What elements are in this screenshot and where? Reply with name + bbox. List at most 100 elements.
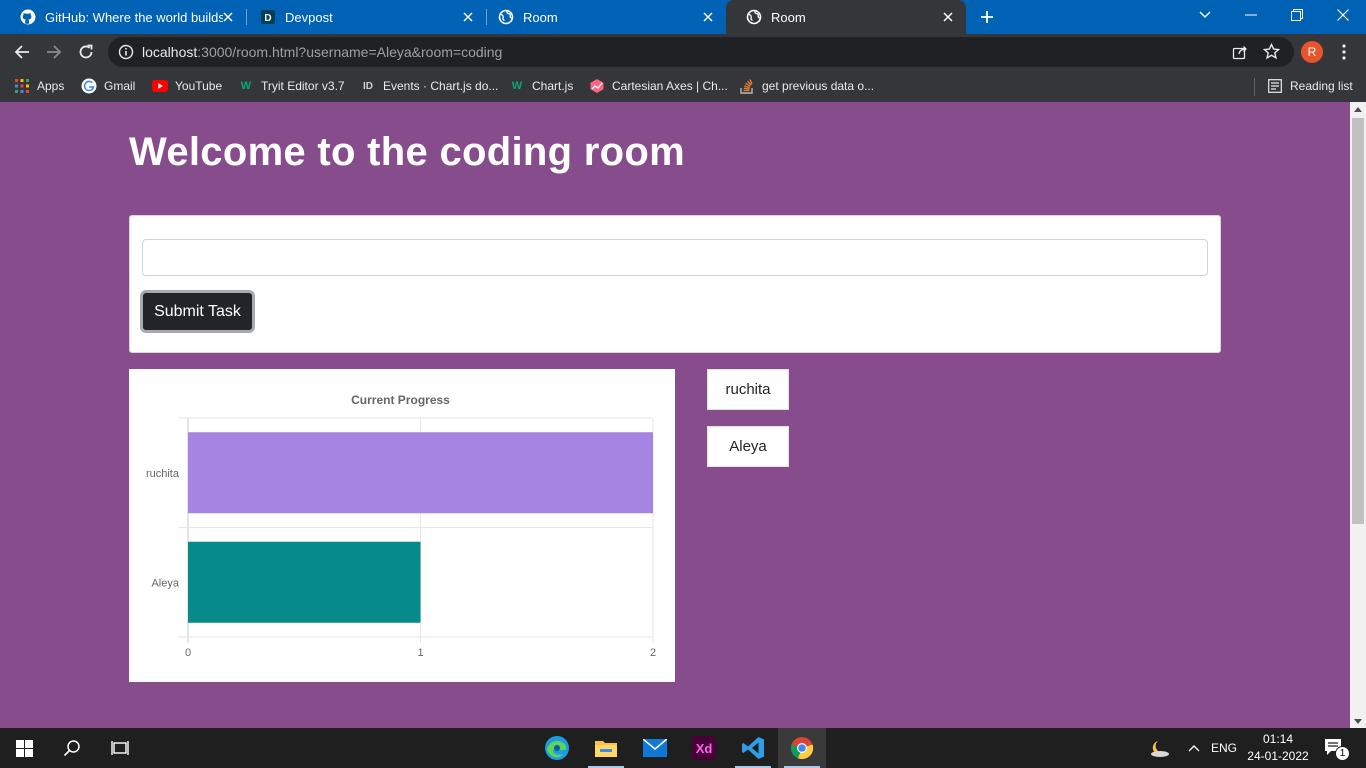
url-host: localhost — [142, 44, 198, 60]
vscode-icon[interactable] — [729, 728, 777, 768]
input-language[interactable]: ENG — [1208, 728, 1240, 768]
svg-text:D: D — [264, 13, 271, 24]
task-form-card: Submit Task — [129, 215, 1221, 353]
close-icon[interactable] — [220, 9, 236, 25]
edge-icon[interactable] — [533, 728, 581, 768]
bookmark-chartjs-events[interactable]: ID Events · Chart.js do... — [360, 76, 498, 96]
x-tick-label: 2 — [650, 647, 656, 659]
adobe-xd-icon[interactable]: Xd — [680, 728, 728, 768]
scrollbar-thumb[interactable] — [1352, 118, 1364, 524]
tab-title: GitHub: Where the world builds s — [45, 9, 223, 25]
bookmark-star-icon[interactable] — [1262, 42, 1281, 63]
file-explorer-icon[interactable] — [582, 728, 630, 768]
globe-icon — [498, 9, 514, 25]
notification-count-badge: 1 — [1335, 746, 1350, 761]
profile-avatar[interactable]: R — [1301, 41, 1323, 63]
chrome-icon[interactable] — [778, 728, 826, 768]
bookmark-cartesian-axes[interactable]: Cartesian Axes | Ch... — [589, 76, 728, 96]
close-icon[interactable] — [940, 9, 956, 25]
bookmark-stackoverflow[interactable]: get previous data o... — [739, 76, 874, 96]
page-content: Welcome to the coding room Submit Task C… — [0, 102, 1350, 728]
new-tab-plus-icon[interactable] — [976, 6, 998, 28]
page-scrollbar[interactable] — [1350, 102, 1366, 728]
youtube-icon — [152, 78, 168, 94]
task-input[interactable] — [142, 239, 1208, 276]
info-icon[interactable] — [118, 44, 134, 60]
bookmark-gmail[interactable]: Gmail — [81, 76, 135, 96]
weather-moon-icon[interactable] — [1145, 728, 1173, 768]
bookmark-youtube[interactable]: YouTube — [152, 76, 222, 96]
reading-list-label: Reading list — [1290, 79, 1353, 93]
back-arrow-icon[interactable] — [8, 38, 36, 66]
tab-title: Devpost — [285, 9, 333, 25]
devpost-icon: D — [260, 9, 276, 25]
bookmark-apps[interactable]: Apps — [14, 76, 64, 96]
bookmark-label: YouTube — [175, 79, 223, 93]
progress-chart: Current Progress 0 1 2 ruchita Aleya — [129, 369, 675, 682]
forward-arrow-icon[interactable] — [40, 38, 68, 66]
bar-ruchita — [188, 432, 653, 514]
browser-toolbar: localhost:3000/room.html?username=Aleya&… — [0, 34, 1366, 70]
system-clock[interactable]: 01:14 24-01-2022 — [1240, 731, 1316, 765]
w3schools-icon: W — [511, 80, 523, 92]
windows-taskbar: Xd ENG 01:14 24-01-2022 1 — [0, 728, 1366, 768]
scroll-down-arrow-icon[interactable] — [1350, 714, 1366, 728]
minimize-icon[interactable] — [1228, 0, 1274, 30]
restore-icon[interactable] — [1274, 0, 1320, 30]
clock-date: 24-01-2022 — [1247, 749, 1309, 763]
url-path: :3000/room.html?username=Aleya&room=codi… — [197, 44, 503, 60]
github-icon — [20, 9, 36, 25]
mail-icon[interactable] — [631, 728, 679, 768]
task-view-icon[interactable] — [96, 728, 144, 768]
page-title: Welcome to the coding room — [129, 130, 685, 174]
bookmark-tryit[interactable]: W Tryit Editor v3.7 — [238, 76, 345, 96]
tab-devpost[interactable]: D Devpost — [240, 0, 486, 34]
user-chip-aleya: Aleya — [707, 426, 789, 467]
bookmark-label: Gmail — [104, 79, 136, 93]
reading-list-button[interactable]: Reading list — [1267, 76, 1353, 96]
tab-title: Room — [523, 9, 558, 25]
reload-icon[interactable] — [72, 38, 100, 66]
bookmarks-bar: Apps Gmail YouTube W Tryit Editor v3.7 I… — [0, 70, 1366, 102]
submit-task-button[interactable]: Submit Task — [140, 290, 255, 333]
apps-grid-icon — [14, 78, 30, 94]
clock-time: 01:14 — [1262, 732, 1294, 746]
x-tick-label: 1 — [417, 647, 423, 659]
notifications-icon[interactable]: 1 — [1320, 728, 1350, 768]
chart-title: Current Progress — [351, 393, 450, 407]
browser-tab-strip: GitHub: Where the world builds s D Devpo… — [0, 0, 1366, 34]
chartjs-docs-icon: ID — [363, 80, 373, 92]
address-bar[interactable]: localhost:3000/room.html?username=Aleya&… — [108, 37, 1294, 67]
tab-github[interactable]: GitHub: Where the world builds s — [0, 0, 246, 34]
bookmark-label: Tryit Editor v3.7 — [261, 79, 345, 93]
windows-start-icon[interactable] — [0, 728, 48, 768]
reading-list-icon — [1267, 78, 1283, 94]
progress-chart-svg: Current Progress 0 1 2 ruchita Aleya — [146, 393, 656, 659]
close-icon[interactable] — [700, 9, 716, 25]
url-text: localhost:3000/room.html?username=Aleya&… — [142, 44, 502, 60]
bookmark-label: get previous data o... — [762, 79, 875, 93]
tab-search-chevron-icon[interactable] — [1182, 0, 1228, 30]
bookmark-label: Apps — [37, 79, 65, 93]
menu-kebab-icon[interactable] — [1330, 38, 1358, 66]
close-icon[interactable] — [460, 9, 476, 25]
google-icon — [81, 78, 97, 94]
bookmark-label: Cartesian Axes | Ch... — [612, 79, 728, 93]
scroll-up-arrow-icon[interactable] — [1350, 102, 1366, 116]
chevron-up-icon[interactable] — [1182, 728, 1206, 768]
bookmark-label: Chart.js — [532, 79, 574, 93]
bookmark-chartjs[interactable]: W Chart.js — [509, 76, 574, 96]
bar-aleya — [188, 541, 421, 623]
stackoverflow-icon — [739, 78, 755, 94]
y-tick-label: ruchita — [146, 468, 180, 480]
chartjs-icon — [589, 78, 605, 94]
w3schools-icon: W — [240, 80, 252, 92]
search-icon[interactable] — [48, 728, 96, 768]
language-label: ENG — [1210, 741, 1237, 755]
close-window-icon[interactable] — [1320, 0, 1366, 30]
tab-room-active[interactable]: Room — [726, 0, 966, 34]
y-tick-label: Aleya — [151, 577, 179, 589]
svg-text:Xd: Xd — [696, 741, 713, 756]
share-icon[interactable] — [1232, 44, 1248, 63]
tab-room[interactable]: Room — [478, 0, 726, 34]
